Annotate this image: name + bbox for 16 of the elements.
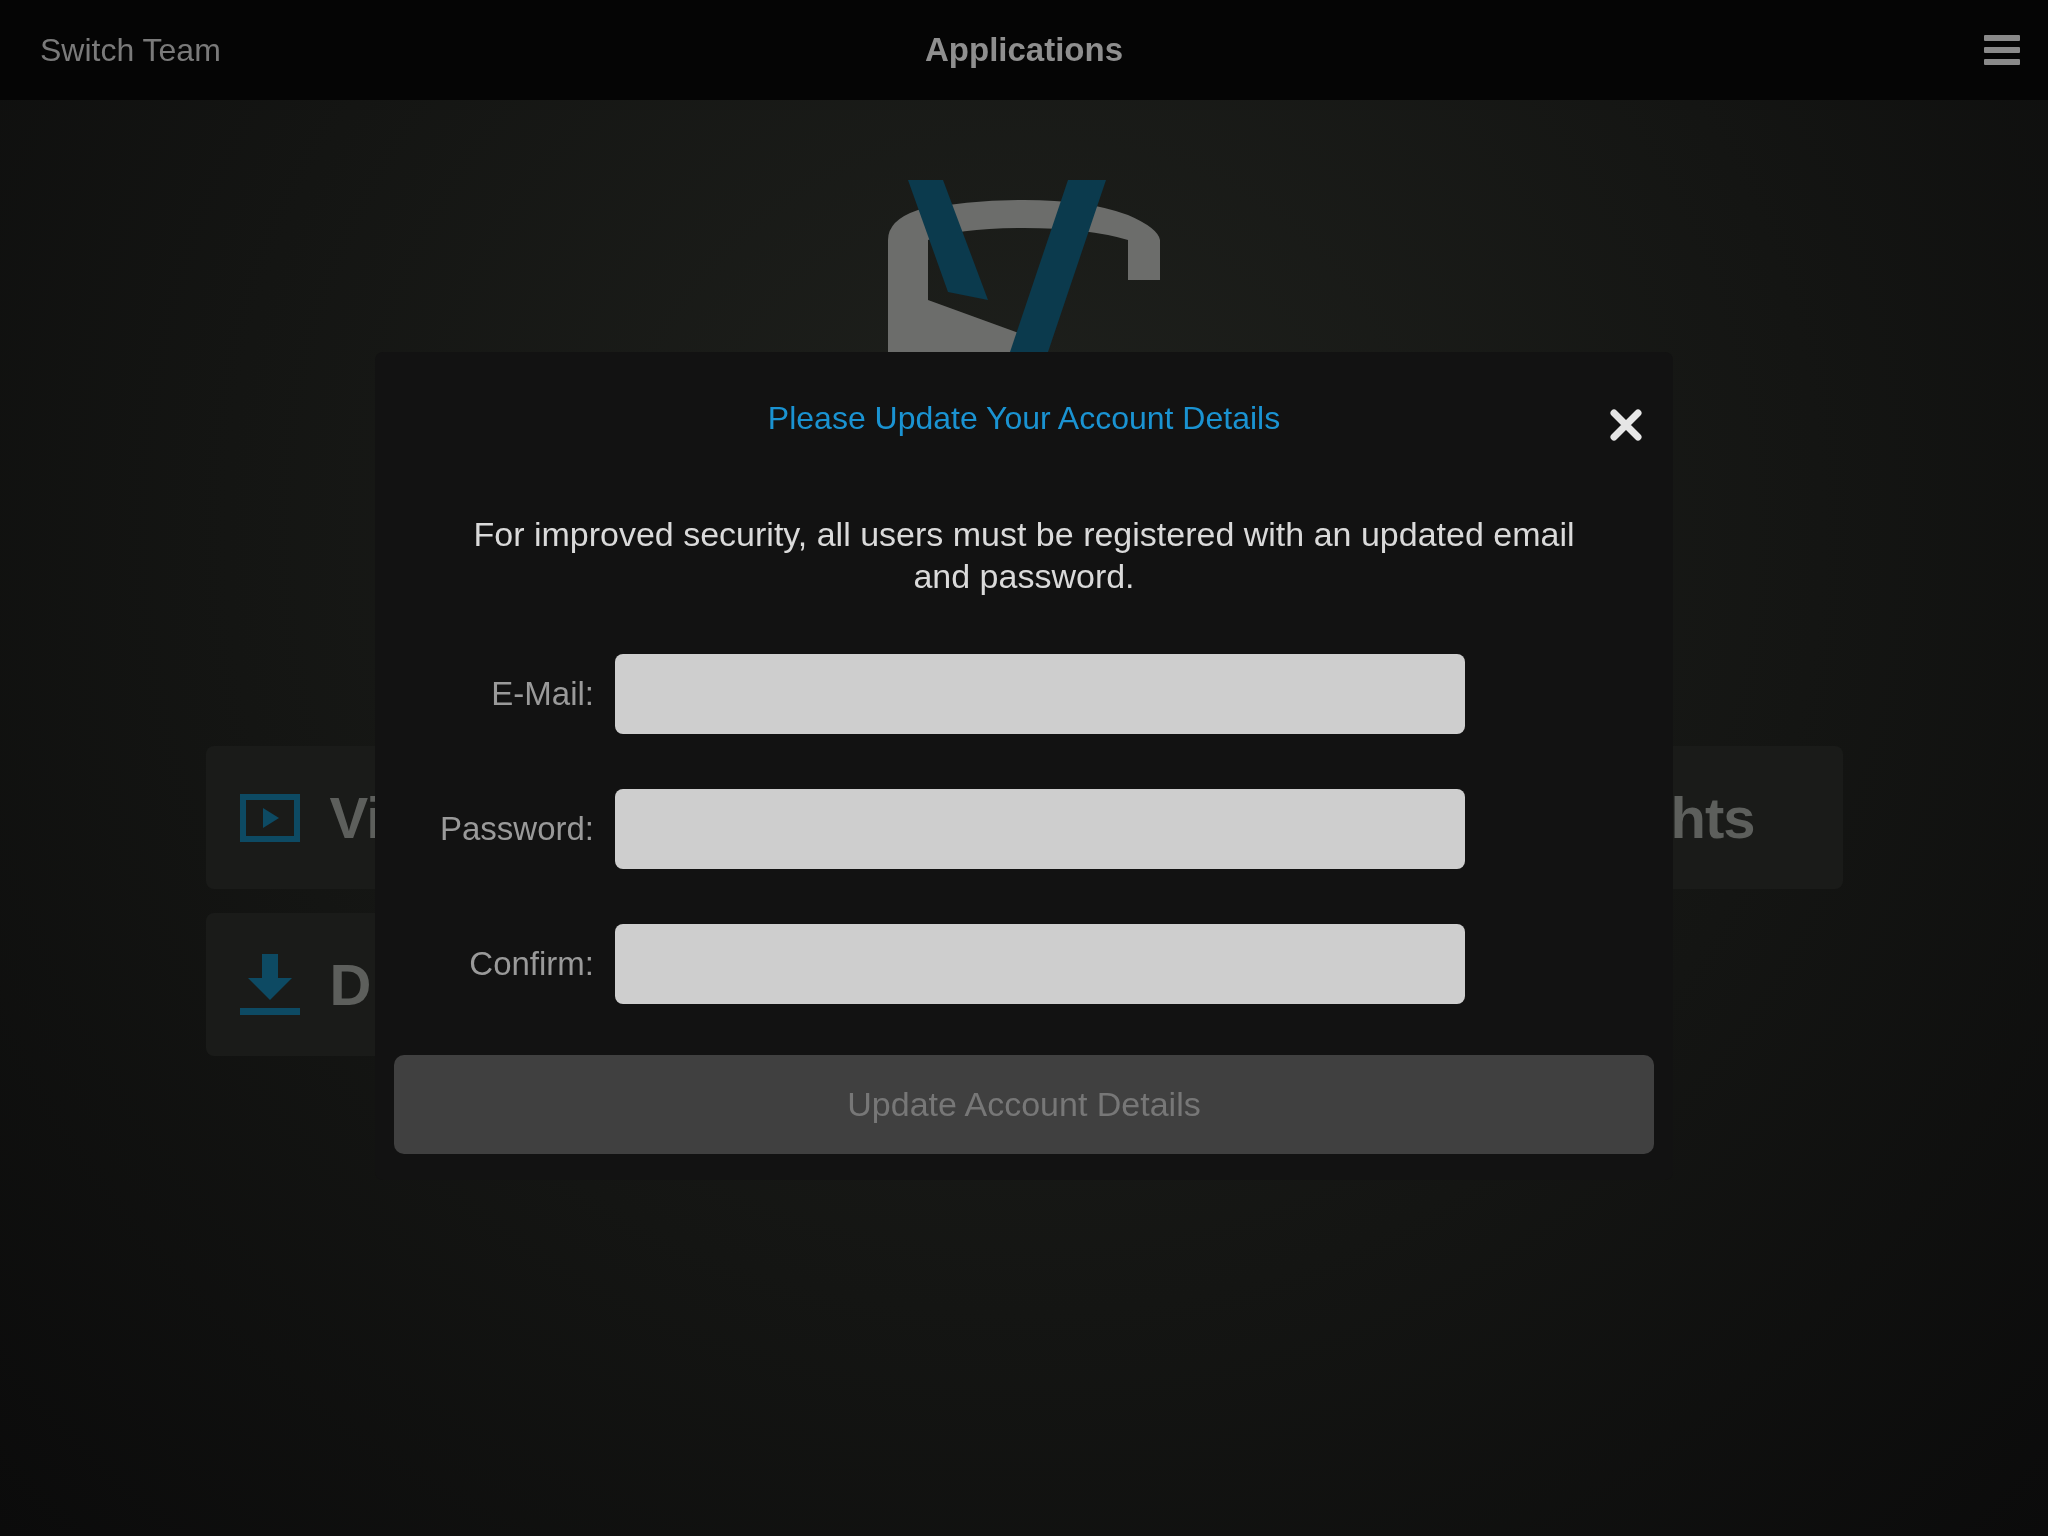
- download-icon: [239, 953, 300, 1016]
- field-label: Password:: [438, 810, 595, 848]
- page-title: Applications: [925, 31, 1123, 69]
- dialog-message: For improved security, all users must be registered with an updated email and password.: [472, 514, 1576, 597]
- input-field[interactable]: [615, 924, 1465, 1004]
- field-label: Confirm:: [468, 945, 595, 983]
- input-field[interactable]: [615, 789, 1465, 869]
- field-label: E-Mail:: [490, 675, 595, 713]
- dialog-title: Please Update Your Account Details: [767, 400, 1281, 437]
- close-button[interactable]: [1609, 408, 1643, 442]
- team-name: Switch Team: [40, 31, 221, 69]
- input-field[interactable]: [615, 654, 1465, 734]
- tile-label: hts: [1670, 784, 1755, 851]
- menu-icon[interactable]: [1984, 35, 2020, 65]
- video-icon: [239, 793, 300, 842]
- tile-label: D: [329, 951, 371, 1018]
